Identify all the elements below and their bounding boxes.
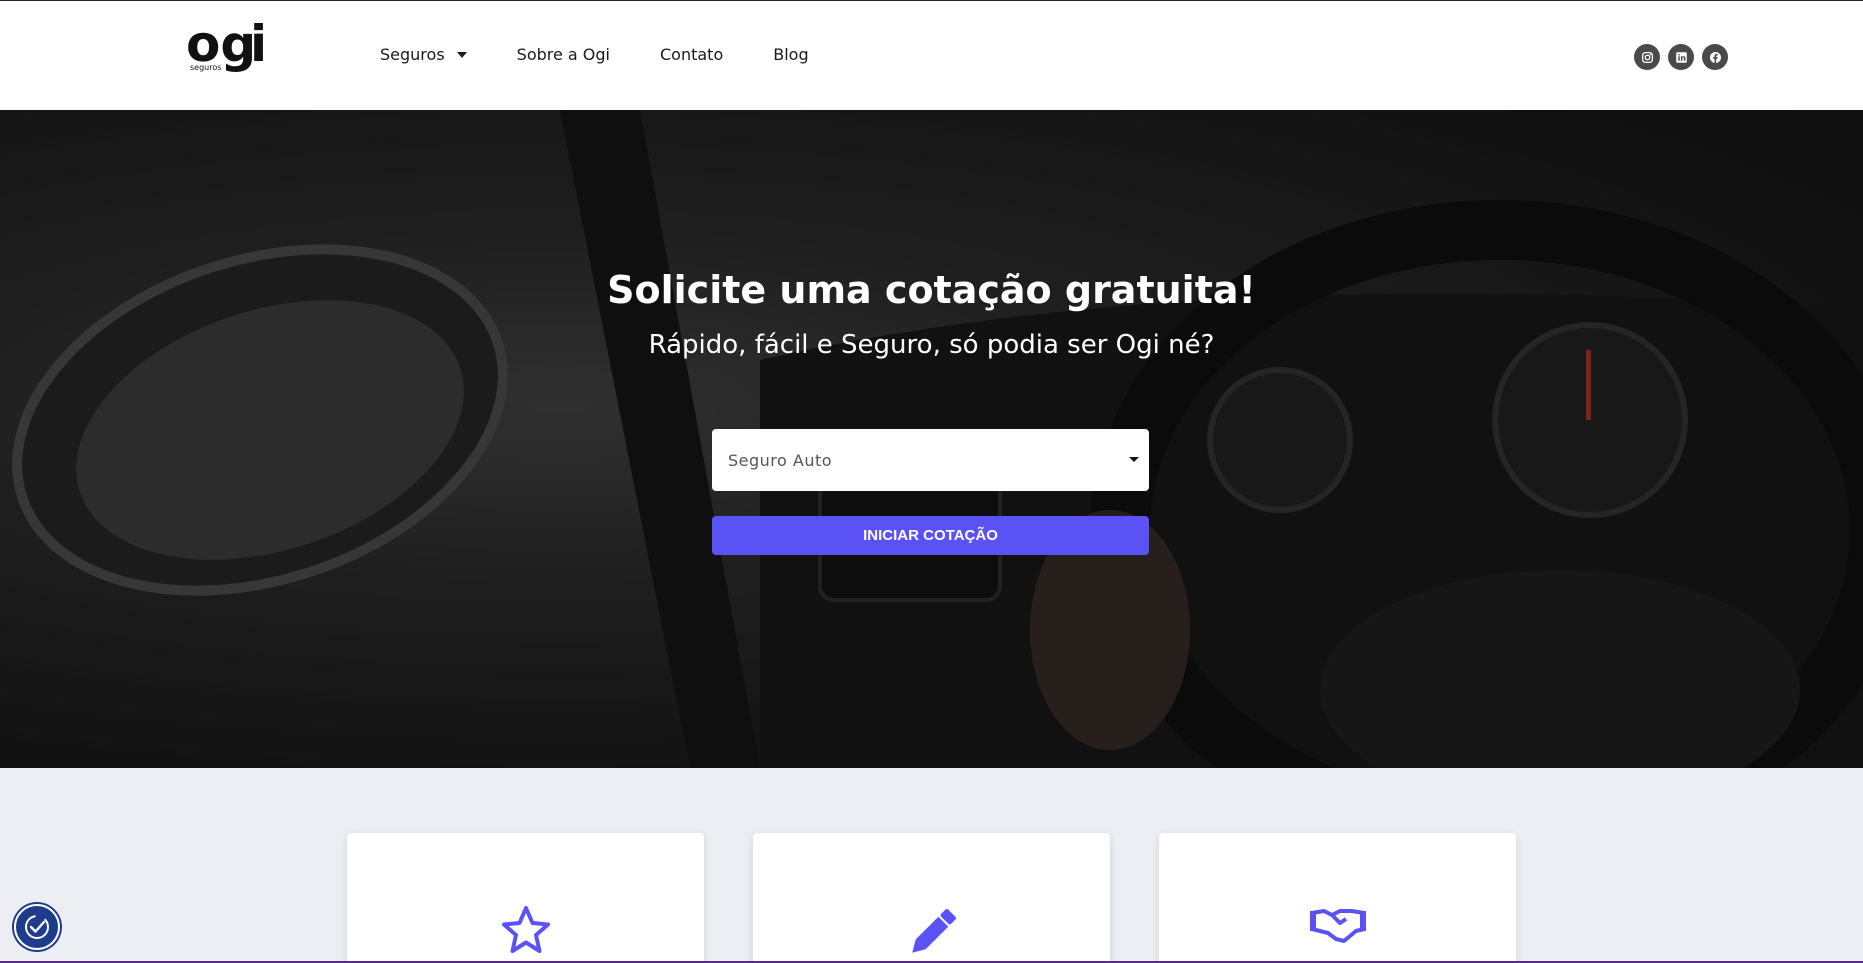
chevron-down-icon	[1129, 457, 1139, 462]
feature-card-3	[1159, 833, 1516, 963]
handshake-icon	[1309, 909, 1366, 943]
chevron-down-icon	[456, 51, 467, 58]
social-links	[1634, 44, 1736, 70]
feature-card-1	[347, 833, 704, 963]
facebook-icon[interactable]	[1702, 44, 1728, 70]
feature-card-2	[753, 833, 1110, 963]
start-quote-button[interactable]: INICIAR COTAÇÃO	[712, 516, 1149, 555]
hero-subtitle: Rápido, fácil e Seguro, só podia ser Ogi…	[648, 330, 1215, 360]
hero-section: Solicite uma cotação gratuita! Rápido, f…	[0, 110, 1863, 768]
nav-item-blog[interactable]: Blog	[773, 45, 808, 64]
select-value: Seguro Auto	[728, 450, 833, 470]
nav-item-label: Sobre a Ogi	[516, 45, 610, 64]
star-icon	[501, 906, 550, 953]
accessibility-icon	[25, 915, 49, 939]
ogi-logo[interactable]: og i seguros	[186, 15, 286, 81]
site-header: og i seguros Seguros Sobre a Ogi Contato…	[0, 0, 1863, 110]
nav-item-label: Blog	[773, 45, 809, 64]
instagram-icon[interactable]	[1634, 44, 1660, 70]
nav-item-seguros[interactable]: Seguros	[380, 45, 467, 64]
nav-item-label: Seguros	[380, 45, 445, 64]
linkedin-icon[interactable]	[1668, 44, 1694, 70]
nav-item-label: Contato	[660, 45, 724, 64]
svg-text:i: i	[250, 19, 267, 73]
nav-item-contato[interactable]: Contato	[660, 45, 723, 64]
nav-item-sobre[interactable]: Sobre a Ogi	[517, 45, 610, 64]
main-nav: Seguros Sobre a Ogi Contato Blog	[380, 45, 859, 64]
insurance-type-select[interactable]: Seguro Auto	[712, 429, 1149, 491]
accessibility-button[interactable]	[14, 904, 60, 950]
svg-text:seguros: seguros	[190, 63, 221, 72]
hero-title: Solicite uma cotação gratuita!	[607, 268, 1256, 312]
pencil-icon	[911, 909, 956, 953]
